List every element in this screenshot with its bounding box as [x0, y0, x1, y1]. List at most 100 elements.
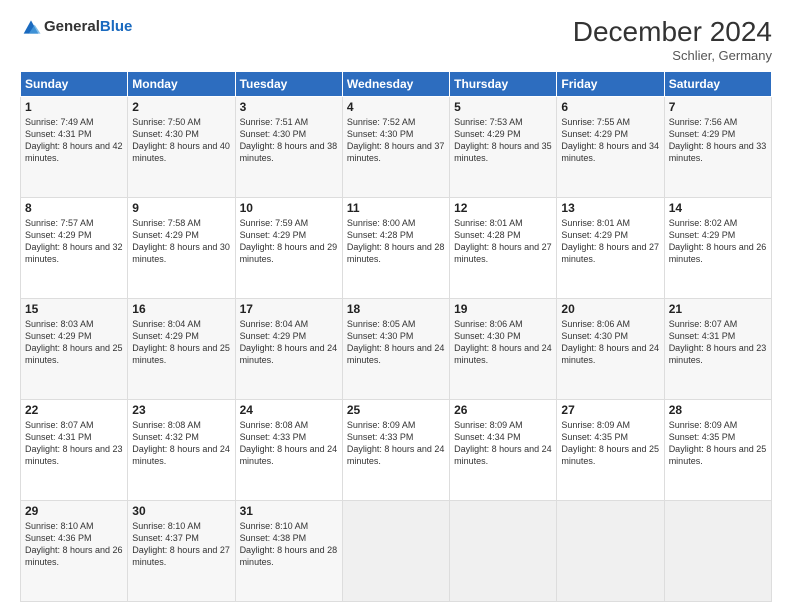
- day-number: 9: [132, 201, 230, 215]
- day-number: 23: [132, 403, 230, 417]
- logo-icon: [20, 16, 42, 38]
- table-row: 22Sunrise: 8:07 AMSunset: 4:31 PMDayligh…: [21, 400, 128, 501]
- day-number: 14: [669, 201, 767, 215]
- day-number: 6: [561, 100, 659, 114]
- calendar-table: Sunday Monday Tuesday Wednesday Thursday…: [20, 71, 772, 602]
- header-friday: Friday: [557, 72, 664, 97]
- logo: GeneralBlue: [20, 16, 132, 38]
- day-number: 18: [347, 302, 445, 316]
- day-number: 26: [454, 403, 552, 417]
- day-number: 12: [454, 201, 552, 215]
- calendar-row: 8Sunrise: 7:57 AMSunset: 4:29 PMDaylight…: [21, 198, 772, 299]
- day-number: 2: [132, 100, 230, 114]
- top-section: GeneralBlue December 2024 Schlier, Germa…: [20, 16, 772, 63]
- cell-content: Sunrise: 8:08 AMSunset: 4:33 PMDaylight:…: [240, 420, 338, 466]
- cell-content: Sunrise: 8:00 AMSunset: 4:28 PMDaylight:…: [347, 218, 445, 264]
- table-row: [557, 501, 664, 602]
- day-number: 28: [669, 403, 767, 417]
- day-number: 5: [454, 100, 552, 114]
- calendar-header-row: Sunday Monday Tuesday Wednesday Thursday…: [21, 72, 772, 97]
- table-row: 8Sunrise: 7:57 AMSunset: 4:29 PMDaylight…: [21, 198, 128, 299]
- day-number: 30: [132, 504, 230, 518]
- header-tuesday: Tuesday: [235, 72, 342, 97]
- table-row: 30 Sunrise: 8:10 AMSunset: 4:37 PMDayligh…: [128, 501, 235, 602]
- day-number: 13: [561, 201, 659, 215]
- day-number: 7: [669, 100, 767, 114]
- day-number: 10: [240, 201, 338, 215]
- day-number: 21: [669, 302, 767, 316]
- cell-content: Sunrise: 7:55 AMSunset: 4:29 PMDaylight:…: [561, 117, 659, 163]
- cell-content: Sunrise: 7:59 AMSunset: 4:29 PMDaylight:…: [240, 218, 338, 264]
- table-row: 23 Sunrise: 8:08 AMSunset: 4:32 PMDayligh…: [128, 400, 235, 501]
- cell-content: Sunrise: 8:01 AMSunset: 4:29 PMDaylight:…: [561, 218, 659, 264]
- day-number: 27: [561, 403, 659, 417]
- table-row: 16Sunrise: 8:04 AMSunset: 4:29 PMDayligh…: [128, 299, 235, 400]
- day-number: 29: [25, 504, 123, 518]
- table-row: 7 Sunrise: 7:56 AMSunset: 4:29 PMDaylight…: [664, 97, 771, 198]
- table-row: 1 Sunrise: 7:49 AMSunset: 4:31 PMDaylight…: [21, 97, 128, 198]
- cell-content: Sunrise: 8:07 AMSunset: 4:31 PMDaylight:…: [669, 319, 767, 365]
- table-row: 15 Sunrise: 8:03 AMSunset: 4:29 PMDayligh…: [21, 299, 128, 400]
- cell-content: Sunrise: 8:02 AMSunset: 4:29 PMDaylight:…: [669, 218, 767, 264]
- day-number: 8: [25, 201, 123, 215]
- month-title: December 2024: [573, 16, 772, 48]
- header-thursday: Thursday: [450, 72, 557, 97]
- day-number: 25: [347, 403, 445, 417]
- calendar-row: 1 Sunrise: 7:49 AMSunset: 4:31 PMDaylight…: [21, 97, 772, 198]
- day-number: 19: [454, 302, 552, 316]
- table-row: [664, 501, 771, 602]
- cell-content: Sunrise: 8:06 AMSunset: 4:30 PMDaylight:…: [561, 319, 659, 365]
- cell-content: Sunrise: 7:49 AMSunset: 4:31 PMDaylight:…: [25, 117, 123, 163]
- table-row: 28 Sunrise: 8:09 AMSunset: 4:35 PMDayligh…: [664, 400, 771, 501]
- table-row: 11 Sunrise: 8:00 AMSunset: 4:28 PMDayligh…: [342, 198, 449, 299]
- cell-content: Sunrise: 7:53 AMSunset: 4:29 PMDaylight:…: [454, 117, 552, 163]
- table-row: 24 Sunrise: 8:08 AMSunset: 4:33 PMDayligh…: [235, 400, 342, 501]
- cell-content: Sunrise: 7:51 AMSunset: 4:30 PMDaylight:…: [240, 117, 338, 163]
- cell-content: Sunrise: 8:03 AMSunset: 4:29 PMDaylight:…: [25, 319, 123, 365]
- table-row: 14 Sunrise: 8:02 AMSunset: 4:29 PMDayligh…: [664, 198, 771, 299]
- cell-content: Sunrise: 8:06 AMSunset: 4:30 PMDaylight:…: [454, 319, 552, 365]
- table-row: 3 Sunrise: 7:51 AMSunset: 4:30 PMDaylight…: [235, 97, 342, 198]
- cell-content: Sunrise: 8:10 AMSunset: 4:37 PMDaylight:…: [132, 521, 230, 567]
- cell-content: Sunrise: 8:08 AMSunset: 4:32 PMDaylight:…: [132, 420, 230, 466]
- table-row: 9Sunrise: 7:58 AMSunset: 4:29 PMDaylight…: [128, 198, 235, 299]
- title-section: December 2024 Schlier, Germany: [573, 16, 772, 63]
- table-row: 5 Sunrise: 7:53 AMSunset: 4:29 PMDaylight…: [450, 97, 557, 198]
- calendar-row: 29 Sunrise: 8:10 AMSunset: 4:36 PMDayligh…: [21, 501, 772, 602]
- cell-content: Sunrise: 8:07 AMSunset: 4:31 PMDaylight:…: [25, 420, 123, 466]
- day-number: 1: [25, 100, 123, 114]
- table-row: 26 Sunrise: 8:09 AMSunset: 4:34 PMDayligh…: [450, 400, 557, 501]
- table-row: 31Sunrise: 8:10 AMSunset: 4:38 PMDayligh…: [235, 501, 342, 602]
- cell-content: Sunrise: 8:09 AMSunset: 4:35 PMDaylight:…: [561, 420, 659, 466]
- cell-content: Sunrise: 8:05 AMSunset: 4:30 PMDaylight:…: [347, 319, 445, 365]
- cell-content: Sunrise: 7:52 AMSunset: 4:30 PMDaylight:…: [347, 117, 445, 163]
- cell-content: Sunrise: 8:09 AMSunset: 4:35 PMDaylight:…: [669, 420, 767, 466]
- cell-content: Sunrise: 7:50 AMSunset: 4:30 PMDaylight:…: [132, 117, 230, 163]
- header-sunday: Sunday: [21, 72, 128, 97]
- day-number: 17: [240, 302, 338, 316]
- cell-content: Sunrise: 7:56 AMSunset: 4:29 PMDaylight:…: [669, 117, 767, 163]
- cell-content: Sunrise: 8:04 AMSunset: 4:29 PMDaylight:…: [240, 319, 338, 365]
- header-wednesday: Wednesday: [342, 72, 449, 97]
- header-saturday: Saturday: [664, 72, 771, 97]
- table-row: [450, 501, 557, 602]
- day-number: 20: [561, 302, 659, 316]
- table-row: 20 Sunrise: 8:06 AMSunset: 4:30 PMDayligh…: [557, 299, 664, 400]
- table-row: 21 Sunrise: 8:07 AMSunset: 4:31 PMDayligh…: [664, 299, 771, 400]
- day-number: 15: [25, 302, 123, 316]
- cell-content: Sunrise: 8:09 AMSunset: 4:34 PMDaylight:…: [454, 420, 552, 466]
- cell-content: Sunrise: 8:01 AMSunset: 4:28 PMDaylight:…: [454, 218, 552, 264]
- location: Schlier, Germany: [573, 48, 772, 63]
- calendar-row: 22Sunrise: 8:07 AMSunset: 4:31 PMDayligh…: [21, 400, 772, 501]
- cell-content: Sunrise: 8:10 AMSunset: 4:36 PMDaylight:…: [25, 521, 123, 567]
- day-number: 3: [240, 100, 338, 114]
- day-number: 24: [240, 403, 338, 417]
- table-row: 4 Sunrise: 7:52 AMSunset: 4:30 PMDaylight…: [342, 97, 449, 198]
- day-number: 4: [347, 100, 445, 114]
- cell-content: Sunrise: 8:04 AMSunset: 4:29 PMDaylight:…: [132, 319, 230, 365]
- table-row: 10 Sunrise: 7:59 AMSunset: 4:29 PMDayligh…: [235, 198, 342, 299]
- day-number: 11: [347, 201, 445, 215]
- table-row: 27 Sunrise: 8:09 AMSunset: 4:35 PMDayligh…: [557, 400, 664, 501]
- table-row: 18 Sunrise: 8:05 AMSunset: 4:30 PMDayligh…: [342, 299, 449, 400]
- table-row: 19 Sunrise: 8:06 AMSunset: 4:30 PMDayligh…: [450, 299, 557, 400]
